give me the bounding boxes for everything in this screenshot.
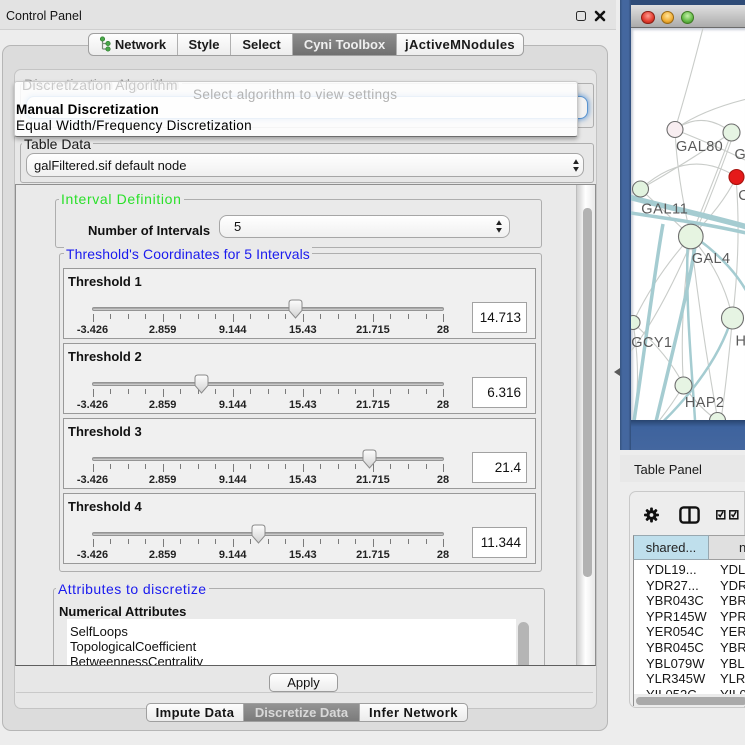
svg-text:GAL80: GAL80 [676,139,723,155]
svg-text:C: C [738,188,745,204]
svg-text:GAL4: GAL4 [692,251,731,267]
svg-text:GAL11: GAL11 [641,201,688,217]
svg-text:HAP2: HAP2 [685,395,724,411]
svg-text:GCY1: GCY1 [631,335,672,351]
svg-text:H: H [736,334,745,350]
svg-text:GA: GA [735,147,745,163]
